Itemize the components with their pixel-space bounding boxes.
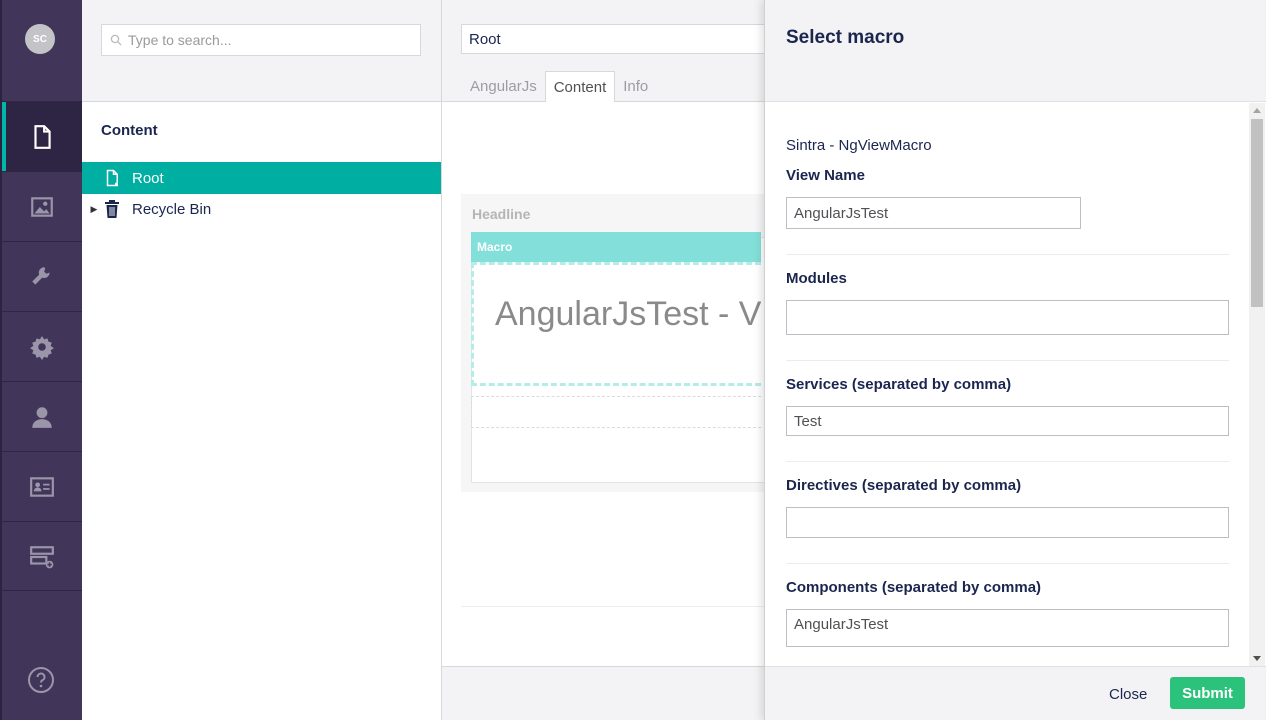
section-users[interactable] — [2, 381, 82, 451]
submit-button[interactable]: Submit — [1170, 677, 1245, 709]
section-packages[interactable] — [2, 311, 82, 381]
view-name-field[interactable] — [786, 197, 1081, 229]
macro-preview[interactable]: AngularJsTest - Vi — [471, 262, 761, 386]
section-content[interactable] — [2, 101, 82, 172]
sidebar-divider — [2, 590, 82, 591]
content-editor: Root AngularJs Content Info Headline Mac… — [442, 0, 771, 720]
directives-field[interactable] — [786, 507, 1229, 538]
field-separator — [786, 461, 1229, 462]
dialog-scrollbar[interactable] — [1249, 103, 1265, 666]
user-avatar[interactable]: SC — [25, 24, 55, 54]
id-card-icon — [30, 476, 54, 497]
field-separator — [786, 254, 1229, 255]
wrench-icon — [32, 266, 50, 285]
editor-divider — [461, 606, 766, 607]
field-separator — [786, 563, 1229, 564]
macro-name: Sintra - NgViewMacro — [786, 137, 932, 154]
user-icon — [32, 406, 52, 428]
dialog-footer: Close Submit — [765, 666, 1266, 720]
tree-node-label: Recycle Bin — [132, 200, 212, 218]
expand-caret-icon[interactable]: ▶ — [86, 204, 102, 215]
modules-field[interactable] — [786, 300, 1229, 335]
add-content-slot[interactable] — [471, 396, 761, 428]
section-media[interactable] — [2, 171, 82, 241]
scroll-up-icon[interactable] — [1253, 108, 1261, 113]
search-box[interactable] — [101, 24, 421, 56]
tree-node-label: Root — [132, 169, 164, 187]
select-macro-dialog: Select macro Sintra - NgViewMacro View N… — [764, 0, 1266, 720]
property-headline: Headline Macro AngularJsTest - Vi — [461, 194, 771, 492]
content-tree-panel: Content Root ▶ Recycle Bin — [82, 0, 442, 720]
modules-label: Modules — [786, 270, 847, 287]
components-field[interactable]: AngularJsTest — [786, 609, 1229, 647]
components-label: Components (separated by comma) — [786, 579, 1042, 596]
image-icon — [31, 196, 53, 217]
dialog-title: Select macro — [786, 27, 905, 48]
document-icon — [102, 168, 122, 188]
view-name-label: View Name — [786, 167, 865, 184]
trash-icon — [102, 199, 122, 219]
search-icon — [110, 34, 122, 46]
macro-control-header[interactable]: Macro — [471, 232, 761, 262]
section-forms[interactable] — [2, 521, 82, 591]
close-button[interactable]: Close — [1109, 681, 1147, 707]
dialog-body: Sintra - NgViewMacro View Name Modules S… — [765, 103, 1266, 666]
tree-title: Content — [101, 122, 158, 139]
tree-node-root[interactable]: Root — [82, 162, 441, 194]
scroll-down-icon[interactable] — [1253, 656, 1261, 661]
services-label: Services (separated by comma) — [786, 376, 1012, 393]
document-icon — [34, 124, 51, 149]
property-label: Headline — [472, 206, 531, 222]
editor-header: Root AngularJs Content Info — [442, 0, 771, 102]
tab-angularjs[interactable]: AngularJs — [462, 71, 545, 102]
dialog-header: Select macro — [765, 0, 1266, 102]
tree-node-recycle-bin[interactable]: ▶ Recycle Bin — [82, 193, 441, 225]
tab-info[interactable]: Info — [615, 71, 656, 102]
field-separator — [786, 360, 1229, 361]
section-settings[interactable] — [2, 241, 82, 311]
section-sidebar: SC — [0, 0, 82, 720]
macro-preview-text: AngularJsTest - Vi — [495, 295, 761, 333]
scroll-thumb[interactable] — [1251, 119, 1263, 307]
forms-icon — [30, 545, 54, 568]
editor-tabs: AngularJs Content Info — [462, 71, 656, 102]
gear-icon — [30, 335, 54, 360]
search-input[interactable] — [128, 32, 408, 48]
editor-footer — [442, 666, 766, 720]
services-field[interactable] — [786, 406, 1229, 436]
directives-label: Directives (separated by comma) — [786, 477, 1022, 494]
node-name-input[interactable]: Root — [461, 24, 771, 54]
tab-content[interactable]: Content — [544, 71, 616, 102]
help-icon[interactable] — [27, 666, 55, 694]
tree-header — [82, 0, 441, 102]
section-members[interactable] — [2, 451, 82, 521]
